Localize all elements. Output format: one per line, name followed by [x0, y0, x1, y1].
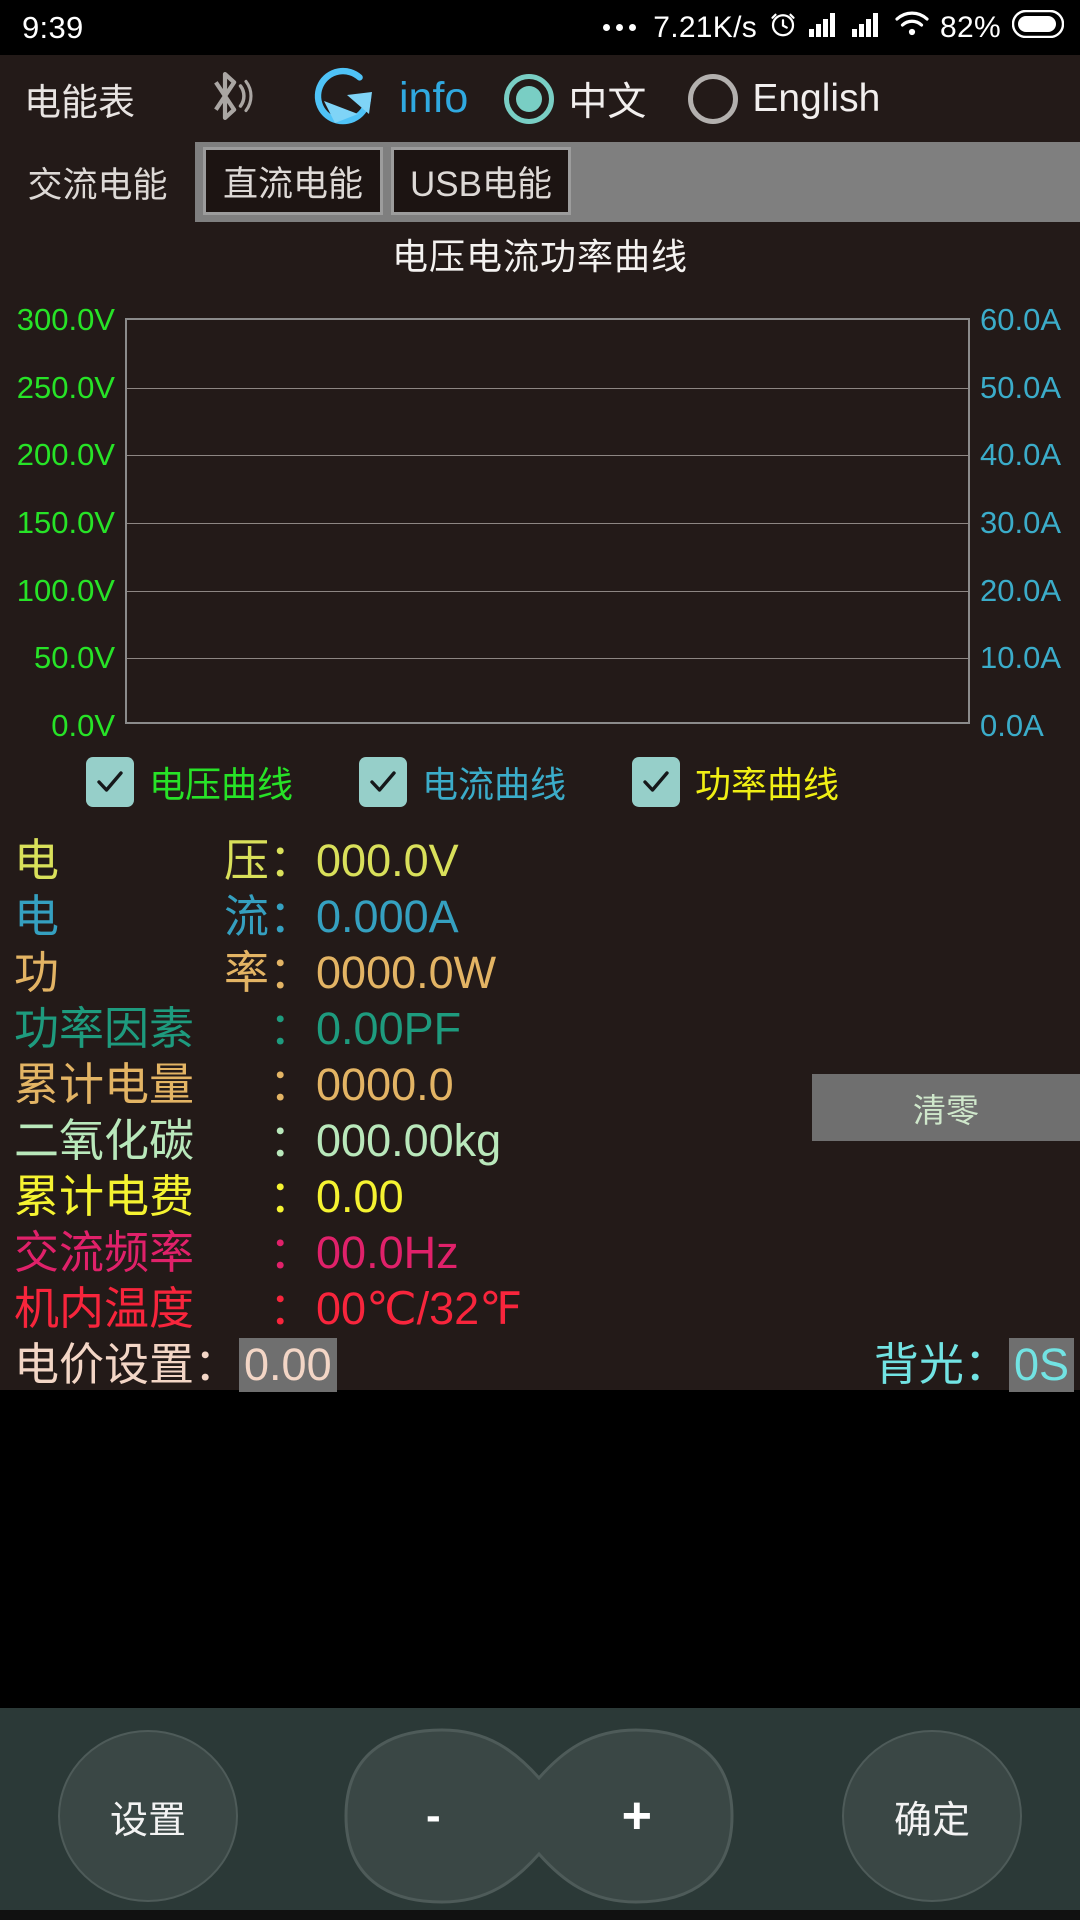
- legend-item-3[interactable]: 功率曲线: [632, 756, 839, 808]
- chart-right-tick: 10.0A: [980, 640, 1062, 676]
- chart-right-axis: 60.0A 50.0A 40.0A 30.0A 20.0A 10.0A 0.0A: [980, 302, 1080, 743]
- backlight-block: 背光： 0S: [874, 1328, 1074, 1393]
- confirm-button[interactable]: 确定: [842, 1730, 1022, 1902]
- readout-row: 交流频率： 00.0Hz: [14, 1216, 1080, 1278]
- language-label-english: English: [752, 76, 881, 120]
- chart-right-tick: 20.0A: [980, 572, 1062, 608]
- settings-button[interactable]: 设置: [58, 1730, 238, 1902]
- readout-value: 0000.0: [316, 1059, 454, 1110]
- chart-gridline: [127, 590, 968, 592]
- chart-left-axis: 300.0V 250.0V 200.0V 150.0V 100.0V 50.0V 0.0V: [0, 302, 115, 743]
- chart-right-tick: 0.0A: [980, 708, 1044, 743]
- decrement-button[interactable]: -: [426, 1791, 441, 1841]
- bottom-button-bar: 设置 - + 确定: [0, 1708, 1080, 1920]
- checkbox-checked-icon[interactable]: [632, 757, 681, 807]
- alarm-clock-icon: [768, 9, 798, 47]
- chart-left-tick: 250.0V: [16, 369, 115, 405]
- readout-value: 0.00PF: [316, 1003, 462, 1054]
- clear-button[interactable]: 清零: [812, 1074, 1080, 1141]
- status-clock: 9:39: [22, 9, 84, 45]
- chart-gridline: [127, 523, 968, 524]
- chart-right-tick: 60.0A: [980, 302, 1062, 337]
- network-speed-label: 7.21K/s: [653, 10, 758, 44]
- readout-value: 00.0Hz: [316, 1227, 459, 1278]
- chart-gridline: [127, 455, 968, 457]
- chart-right-tick: 50.0A: [980, 369, 1062, 405]
- chart-left-tick: 100.0V: [16, 572, 115, 608]
- readout-value: 000.0V: [316, 835, 459, 886]
- readout-value: 0.00: [316, 1171, 404, 1222]
- battery-icon: [1011, 9, 1065, 46]
- price-setting-input[interactable]: 0.00: [239, 1338, 337, 1392]
- chart-plot-area[interactable]: [125, 318, 970, 724]
- language-radio-english[interactable]: English: [688, 73, 881, 124]
- chart-left-tick: 200.0V: [16, 437, 115, 473]
- radio-selected-icon: [504, 73, 555, 124]
- app-header: 电能表 info 中文 English: [0, 55, 1080, 142]
- readout-row: 电流： 0.000A: [14, 880, 1080, 942]
- chart-left-tick: 50.0V: [33, 640, 115, 676]
- chart-title: 电压电流功率曲线: [391, 236, 688, 277]
- readout-value: 000.00kg: [316, 1115, 502, 1166]
- status-bar-right: 7.21K/s 82%: [603, 9, 1065, 47]
- legend-item-1[interactable]: 电压曲线: [86, 756, 293, 808]
- chart-gridline: [127, 658, 968, 660]
- checkbox-checked-icon[interactable]: [359, 757, 408, 807]
- tab-dc-energy[interactable]: 直流电能: [203, 147, 383, 215]
- chart-left-tick: 0.0V: [51, 708, 115, 743]
- readout-value: 00℃/32℉: [316, 1283, 522, 1334]
- stepper-control: - +: [338, 1726, 740, 1906]
- tab-bar: 交流电能 直流电能 USB电能: [0, 142, 1080, 222]
- language-radio-chinese[interactable]: 中文: [504, 71, 646, 127]
- price-setting-row: 电价设置： 0.00 背光： 0S: [14, 1328, 1080, 1393]
- status-bar: 9:39 7.21K/s 82%: [0, 0, 1080, 55]
- tab-bar-spacer: [571, 142, 1080, 222]
- legend-label: 电压曲线: [149, 764, 294, 805]
- backlight-input[interactable]: 0S: [1008, 1338, 1074, 1392]
- legend-label: 功率曲线: [695, 764, 840, 805]
- price-setting-label: 电价设置: [14, 1339, 195, 1390]
- app-title: 电能表: [24, 81, 135, 123]
- system-navigation-bar: [0, 1910, 1080, 1920]
- stepper-shape: [344, 1728, 734, 1904]
- backlight-label: 背光: [873, 1339, 964, 1390]
- chart-legend: 电压曲线 电流曲线 功率曲线: [0, 740, 1080, 818]
- readout-panel: 电压： 000.0V 电流： 0.000A 功率： 0000.0W 功率因素： 0.00PF 累…: [0, 818, 1080, 1393]
- chart-left-tick: 150.0V: [16, 505, 115, 540]
- readout-row: 电压： 000.0V: [14, 824, 1080, 886]
- readout-row: 功率： 0000.0W: [14, 936, 1080, 998]
- battery-percent-label: 82%: [940, 10, 1001, 44]
- readout-value: 0.000A: [316, 891, 459, 942]
- checkbox-checked-icon[interactable]: [86, 757, 134, 807]
- increment-button[interactable]: +: [622, 1786, 652, 1846]
- backlight-colon: ：: [963, 1339, 1009, 1390]
- readout-value: 0000.0W: [316, 947, 497, 998]
- radio-unselected-icon: [688, 73, 739, 124]
- chart-section: 电压电流功率曲线 300.0V 250.0V 200.0V 150.0V 100.0V 5…: [0, 222, 1080, 743]
- price-setting-colon: ：: [194, 1339, 240, 1390]
- info-button[interactable]: info: [399, 74, 468, 123]
- legend-item-2[interactable]: 电流曲线: [359, 756, 566, 808]
- readout-row: 累计电费： 0.00: [14, 1160, 1080, 1222]
- chart-right-tick: 30.0A: [980, 505, 1062, 540]
- readout-row: 功率因素： 0.00PF: [14, 992, 1080, 1054]
- refresh-icon[interactable]: [310, 62, 382, 135]
- bluetooth-icon[interactable]: [197, 65, 253, 132]
- chart-gridline: [127, 387, 968, 389]
- readout-colon: ：: [269, 1283, 315, 1334]
- readout-row: 机内温度： 00℃/32℉: [14, 1272, 1080, 1334]
- more-dots-icon: [603, 24, 637, 31]
- signal-bars-icon: [852, 11, 884, 45]
- chart-left-tick: 300.0V: [16, 302, 115, 337]
- legend-label: 电流曲线: [422, 764, 567, 805]
- wifi-icon: [895, 10, 929, 45]
- chart-area: 300.0V 250.0V 200.0V 150.0V 100.0V 50.0V 0.0V …: [0, 300, 1080, 743]
- language-label-chinese: 中文: [568, 80, 647, 124]
- signal-bars-icon: [809, 11, 841, 45]
- chart-right-tick: 40.0A: [980, 437, 1062, 473]
- tab-usb-energy[interactable]: USB电能: [391, 147, 571, 215]
- tab-ac-energy[interactable]: 交流电能: [0, 142, 195, 222]
